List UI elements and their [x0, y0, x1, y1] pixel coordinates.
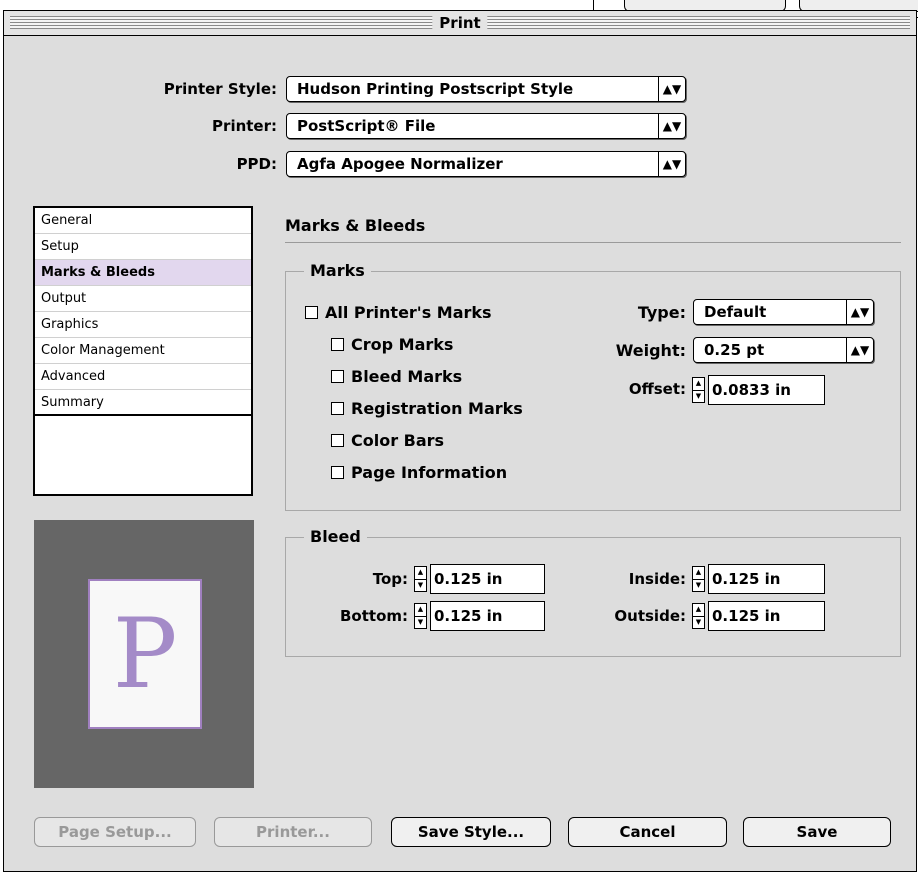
sidebar-item-summary[interactable]: Summary: [35, 390, 251, 416]
stepper-arrows-icon[interactable]: ▲ ▼: [414, 603, 427, 629]
sidebar-item-advanced[interactable]: Advanced: [35, 364, 251, 390]
weight-popup[interactable]: 0.25 pt ▲▼: [693, 337, 874, 363]
stepper-arrows-icon[interactable]: ▲ ▼: [414, 566, 427, 592]
marks-group-title: Marks: [304, 261, 371, 281]
checkbox-box: [331, 401, 344, 415]
bleed-group: [285, 537, 901, 657]
bleed-top-stepper[interactable]: ▲ ▼ 0.125 in: [414, 564, 545, 594]
offset-stepper[interactable]: ▲ ▼ 0.0833 in: [692, 375, 825, 405]
bleed-outside-label: Outside:: [614, 607, 686, 625]
checkbox-box: [331, 337, 344, 351]
printer-value: PostScript® File: [297, 117, 436, 135]
type-label: Type:: [637, 303, 686, 322]
page-setup-button[interactable]: Page Setup...: [34, 817, 196, 847]
stepper-arrows-icon[interactable]: ▲ ▼: [692, 377, 705, 403]
ppd-value: Agfa Apogee Normalizer: [297, 155, 503, 173]
offset-field[interactable]: 0.0833 in: [708, 375, 825, 405]
checkbox-box: [331, 369, 344, 383]
offset-label: Offset:: [628, 380, 686, 398]
printer-button[interactable]: Printer...: [214, 817, 372, 847]
printer-style-popup[interactable]: Hudson Printing Postscript Style ▲▼: [286, 76, 686, 102]
checkbox-label: Bleed Marks: [351, 366, 463, 386]
section-title: Marks & Bleeds: [285, 216, 426, 235]
bleed-inside-stepper[interactable]: ▲ ▼ 0.125 in: [692, 564, 825, 594]
save-style-button[interactable]: Save Style...: [391, 817, 551, 847]
checkbox-box: [305, 305, 318, 319]
printer-style-label: Printer Style:: [163, 80, 277, 98]
checkbox-label: Crop Marks: [351, 334, 454, 354]
bleed-top-field[interactable]: 0.125 in: [430, 564, 545, 594]
bleed-inside-label: Inside:: [628, 570, 686, 588]
weight-value: 0.25 pt: [704, 341, 765, 359]
printer-popup[interactable]: PostScript® File ▲▼: [286, 113, 686, 139]
bleed-bottom-label: Bottom:: [339, 607, 408, 625]
popup-arrows-icon: ▲▼: [658, 77, 685, 101]
bleed-bottom-field[interactable]: 0.125 in: [430, 601, 545, 631]
checkbox-label: Color Bars: [351, 430, 445, 450]
bleed-inside-field[interactable]: 0.125 in: [708, 564, 825, 594]
checkbox-label: All Printer's Marks: [325, 302, 492, 322]
bleed-outside-stepper[interactable]: ▲ ▼ 0.125 in: [692, 601, 825, 631]
bleed-group-title: Bleed: [304, 527, 367, 547]
page-information-checkbox[interactable]: Page Information: [331, 462, 507, 482]
sidebar-item-graphics[interactable]: Graphics: [35, 312, 251, 338]
bleed-bottom-stepper[interactable]: ▲ ▼ 0.125 in: [414, 601, 545, 631]
checkbox-box: [331, 465, 344, 479]
type-value: Default: [704, 303, 767, 321]
printer-style-value: Hudson Printing Postscript Style: [297, 80, 574, 98]
popup-arrows-icon: ▲▼: [658, 152, 685, 176]
crop-marks-checkbox[interactable]: Crop Marks: [331, 334, 453, 354]
ppd-label: PPD:: [236, 155, 277, 173]
category-list[interactable]: General Setup Marks & Bleeds Output Grap…: [33, 206, 253, 496]
bleed-top-label: Top:: [372, 570, 408, 588]
window-title: Print: [432, 12, 488, 34]
printer-label: Printer:: [212, 117, 277, 135]
checkbox-box: [331, 433, 344, 447]
cancel-button[interactable]: Cancel: [568, 817, 727, 847]
stepper-arrows-icon[interactable]: ▲ ▼: [692, 566, 705, 592]
popup-arrows-icon: ▲▼: [846, 300, 873, 324]
section-divider: [285, 242, 901, 243]
type-popup[interactable]: Default ▲▼: [693, 299, 874, 325]
ppd-popup[interactable]: Agfa Apogee Normalizer ▲▼: [286, 151, 686, 177]
checkbox-label: Page Information: [351, 462, 508, 482]
checkbox-label: Registration Marks: [351, 398, 523, 418]
popup-arrows-icon: ▲▼: [846, 338, 873, 362]
preview-page: P: [88, 579, 202, 729]
title-bar[interactable]: Print: [4, 11, 916, 36]
print-dialog: Print Printer Style: Hudson Printing Pos…: [3, 10, 917, 872]
sidebar-item-color-management[interactable]: Color Management: [35, 338, 251, 364]
bleed-outside-field[interactable]: 0.125 in: [708, 601, 825, 631]
registration-marks-checkbox[interactable]: Registration Marks: [331, 398, 523, 418]
stepper-arrows-icon[interactable]: ▲ ▼: [692, 603, 705, 629]
bleed-marks-checkbox[interactable]: Bleed Marks: [331, 366, 462, 386]
page-preview: P: [34, 520, 254, 788]
sidebar-item-setup[interactable]: Setup: [35, 234, 251, 260]
all-printers-marks-checkbox[interactable]: All Printer's Marks: [305, 302, 492, 322]
sidebar-item-output[interactable]: Output: [35, 286, 251, 312]
sidebar-item-general[interactable]: General: [35, 208, 251, 234]
sidebar-item-marks-and-bleeds[interactable]: Marks & Bleeds: [35, 260, 251, 286]
popup-arrows-icon: ▲▼: [658, 114, 685, 138]
color-bars-checkbox[interactable]: Color Bars: [331, 430, 444, 450]
save-button[interactable]: Save: [743, 817, 891, 847]
weight-label: Weight:: [615, 341, 686, 360]
